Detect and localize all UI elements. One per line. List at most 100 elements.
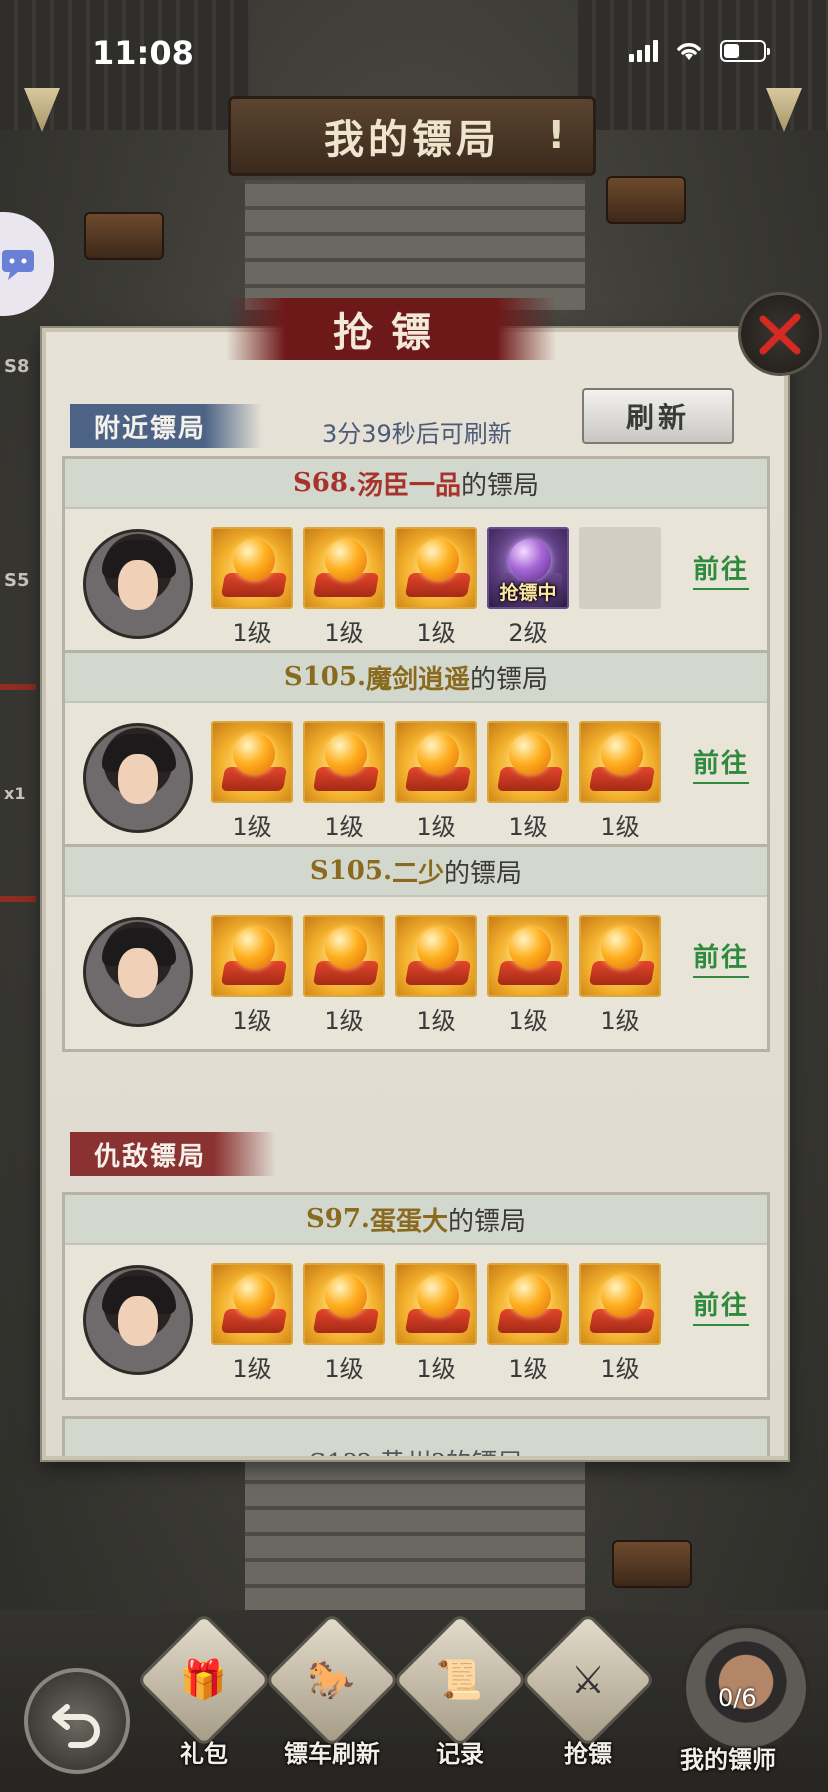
agency-card: S105. 二少 的镖局 1级 1级 1级 1级 1级 前往	[62, 844, 770, 1052]
speed-indicator[interactable]: x1	[4, 784, 25, 803]
goto-link[interactable]: 前往	[692, 937, 749, 978]
scroll-icon: 📜	[392, 1612, 528, 1748]
empty-slot	[579, 527, 661, 609]
escort-cart-slot: 1级	[395, 915, 477, 1036]
avatar	[83, 917, 193, 1027]
treasure-orb-icon	[303, 527, 385, 609]
chest-left	[84, 212, 164, 260]
avatar	[83, 529, 193, 639]
agency-owner-name: 魔剑逍遥	[366, 664, 471, 695]
escort-cart-slot: 1级	[303, 527, 385, 648]
nav-item-sword[interactable]: ⚔ 抢镖	[520, 1612, 656, 1782]
panel-title-banner: 抢镖	[226, 298, 556, 360]
treasure-orb-icon	[487, 915, 569, 997]
back-arrow-icon	[52, 1704, 100, 1748]
treasure-orb-icon	[579, 721, 661, 803]
escort-cart-slot: 1级	[487, 1263, 569, 1384]
nav-item-scroll[interactable]: 📜 记录	[392, 1612, 528, 1782]
escort-cart-slot: 1级	[303, 721, 385, 842]
escort-cart-slot: 1级	[579, 1263, 661, 1384]
agency-card-title: S105. 二少 的镖局	[65, 847, 767, 897]
goto-link[interactable]: 前往	[692, 549, 749, 590]
escort-cart-slot	[579, 527, 661, 648]
wifi-icon	[674, 40, 704, 62]
side-server-tag: S5	[4, 570, 30, 591]
agency-title-suffix: 的镖局	[444, 858, 523, 889]
slot-level: 1级	[416, 813, 456, 841]
slot-status-badge: 抢镖中	[499, 582, 557, 604]
escort-cart-slot: 1级	[395, 721, 477, 842]
treasure-orb-icon	[395, 721, 477, 803]
slot-level: 1级	[324, 1007, 364, 1035]
slot-level: 1级	[416, 619, 456, 647]
treasure-orb-icon	[211, 527, 293, 609]
slot-level: 1级	[232, 1355, 272, 1383]
slot-level: 1级	[508, 1355, 548, 1383]
escort-master-label: 我的镖师	[680, 1745, 776, 1774]
treasure-orb-icon	[487, 721, 569, 803]
cart-icon: 🐎	[264, 1612, 400, 1748]
escort-cart-slot: 抢镖中 2级	[487, 527, 569, 648]
rob-escort-panel: 附近镖局 3分39秒后可刷新 刷新 S68. 汤臣一品 的镖局 1级 1级 1级 抢镖中 2级…	[42, 328, 788, 1460]
agency-owner-name: 汤臣一品	[356, 470, 461, 501]
partial-card-title: S1?? 黄州?的镖局	[65, 1443, 767, 1456]
status-time: 11:08	[92, 34, 194, 72]
side-arrow	[0, 896, 36, 902]
nav-item-cart[interactable]: 🐎 镖车刷新	[264, 1612, 400, 1782]
agency-server: S105.	[309, 856, 393, 886]
sign-title: 我的镖局	[324, 116, 500, 163]
escort-cart-slot: 1级	[487, 915, 569, 1036]
agency-title-suffix: 的镖局	[461, 470, 540, 501]
avatar	[83, 1265, 193, 1375]
slot-level: 2级	[508, 619, 548, 647]
side-server-tag: S8	[4, 356, 30, 377]
slot-level: 1级	[324, 813, 364, 841]
slot-level: 1级	[232, 1007, 272, 1035]
escort-cart-slot: 1级	[211, 527, 293, 648]
agency-card-title: S105. 魔剑逍遥 的镖局	[65, 653, 767, 703]
escort-cart-slot: 1级	[487, 721, 569, 842]
agency-title-suffix: 的镖局	[470, 664, 549, 695]
close-button[interactable]	[738, 292, 822, 376]
escort-master-count: 0/6	[718, 1684, 757, 1712]
agency-server: S68.	[292, 468, 357, 498]
agency-card: S68. 汤臣一品 的镖局 1级 1级 1级 抢镖中 2级 前往	[62, 456, 770, 664]
avatar	[83, 723, 193, 833]
panel-title: 抢镖	[333, 309, 449, 356]
treasure-orb-icon: 抢镖中	[487, 527, 569, 609]
escort-agency-sign: 我的镖局 !	[228, 96, 596, 176]
treasure-orb-icon	[395, 527, 477, 609]
goto-link[interactable]: 前往	[692, 1285, 749, 1326]
chat-icon	[2, 250, 34, 280]
slot-level: 1级	[600, 1355, 640, 1383]
escort-cart-slot: 1级	[579, 721, 661, 842]
sword-icon: ⚔	[520, 1612, 656, 1748]
treasure-orb-icon	[579, 915, 661, 997]
nearby-agencies-label: 附近镖局	[70, 404, 262, 448]
escort-cart-slot: 1级	[211, 915, 293, 1036]
slot-level: 1级	[600, 1007, 640, 1035]
goto-link[interactable]: 前往	[692, 743, 749, 784]
escort-cart-slot: 1级	[211, 721, 293, 842]
escort-cart-slot: 1级	[303, 1263, 385, 1384]
escort-cart-slot: 1级	[395, 527, 477, 648]
treasure-orb-icon	[211, 721, 293, 803]
status-bar: 11:08	[0, 0, 828, 108]
close-icon	[759, 313, 801, 355]
enemy-agencies-label: 仇敌镖局	[70, 1132, 276, 1176]
escort-cart-slot: 1级	[211, 1263, 293, 1384]
chest-right	[606, 176, 686, 224]
escort-cart-slot: 1级	[303, 915, 385, 1036]
treasure-orb-icon	[211, 915, 293, 997]
slot-level: 1级	[416, 1007, 456, 1035]
refresh-button[interactable]: 刷新	[582, 388, 734, 444]
chest-bottom	[612, 1540, 692, 1588]
agency-card-title: S68. 汤臣一品 的镖局	[65, 459, 767, 509]
treasure-orb-icon	[303, 721, 385, 803]
nav-item-gift[interactable]: 🎁 礼包	[136, 1612, 272, 1782]
slot-level: 1级	[508, 1007, 548, 1035]
back-button[interactable]	[24, 1668, 130, 1774]
sign-alert-icon[interactable]: !	[548, 113, 565, 157]
cellular-signal-icon	[629, 40, 658, 62]
treasure-orb-icon	[579, 1263, 661, 1345]
